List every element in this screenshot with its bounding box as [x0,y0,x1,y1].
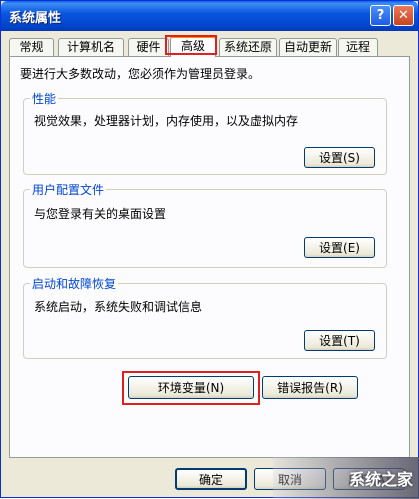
group-startup-desc: 系统启动，系统失败和调试信息 [34,300,203,314]
help-icon: ? [376,8,385,23]
environment-variables-button[interactable]: 环境变量(N) [128,376,254,399]
group-performance-legend: 性能 [30,90,59,107]
admin-notice: 要进行大多数改动，您必须作为管理员登录。 [20,67,261,81]
group-profiles-legend: 用户配置文件 [30,181,107,198]
tab-remote[interactable]: 远程 [338,38,378,56]
apply-button[interactable]: 应用(A) [333,468,405,490]
system-properties-window: 系统属性 ? ✕ 常规 计算机名 硬件 高级 系统还原 自动更新 远程 要进行大… [0,0,419,499]
performance-settings-button[interactable]: 设置(S) [304,147,375,168]
tab-general[interactable]: 常规 [9,38,54,56]
help-button[interactable]: ? [370,5,391,26]
tab-hardware[interactable]: 硬件 [128,38,169,56]
group-performance-desc: 视觉效果，处理器计划，内存使用，以及虚拟内存 [34,114,299,128]
group-profiles-desc: 与您登录有关的桌面设置 [34,207,167,221]
startup-settings-button[interactable]: 设置(T) [304,330,375,351]
title-bar[interactable]: 系统属性 ? ✕ [1,1,418,31]
group-startup-legend: 启动和故障恢复 [30,275,119,292]
tab-advanced[interactable]: 高级 [170,36,216,57]
tab-system-restore[interactable]: 系统还原 [219,38,277,56]
profiles-settings-button[interactable]: 设置(E) [304,237,375,258]
close-button[interactable]: ✕ [393,5,414,26]
error-reporting-button[interactable]: 错误报告(R) [262,376,358,399]
ok-button[interactable]: 确定 [175,468,247,490]
close-icon: ✕ [398,8,409,23]
window-title: 系统属性 [9,11,62,26]
cancel-button[interactable]: 取消 [254,468,326,490]
tab-computer-name[interactable]: 计算机名 [58,38,124,56]
tab-automatic-updates[interactable]: 自动更新 [279,38,337,56]
